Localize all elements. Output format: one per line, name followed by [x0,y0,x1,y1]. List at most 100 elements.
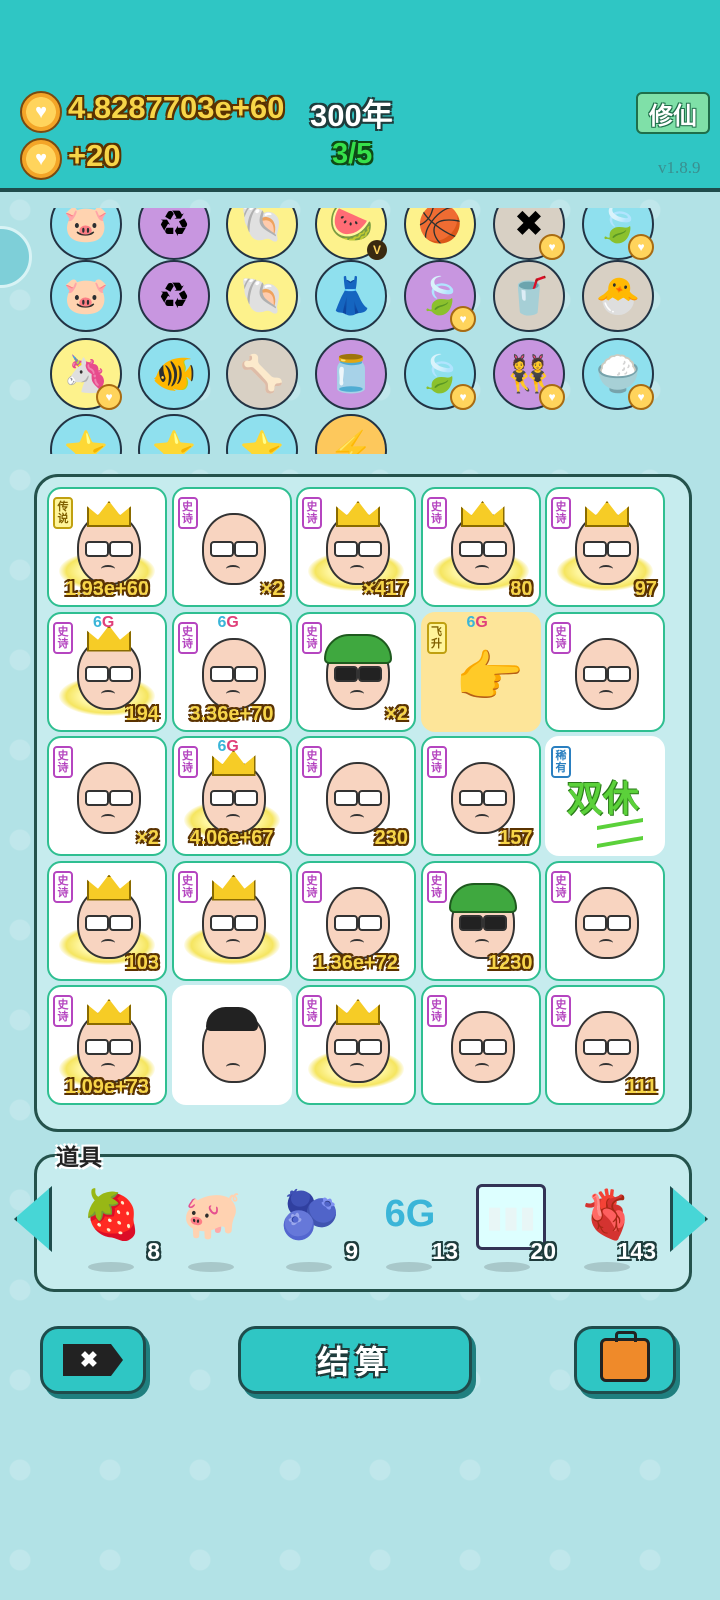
star-collection-item[interactable]: ⭐ [226,414,298,454]
gold-total: 4.8287703e+60 [68,90,285,125]
cell-value: ×2 [385,702,408,725]
recycle-collection-item[interactable]: ♻ [138,260,210,332]
star-collection-item[interactable]: ⭐ [138,414,210,454]
shell-collection-item[interactable]: 🐚 [226,260,298,332]
leaf-collection-item[interactable]: 🍃 ♥ [404,260,476,332]
item-slot[interactable]: 🫐 9 [268,1178,358,1272]
board-cell[interactable]: 史诗 [420,985,541,1105]
inventory-button[interactable] [574,1326,676,1394]
item-shadow [386,1262,432,1272]
board-cell[interactable]: 史诗 1230 [420,860,541,981]
board-cell[interactable]: 史诗 111 [545,985,665,1105]
skirt-collection-item[interactable]: 👗 [315,260,387,332]
glasses [85,665,109,682]
board-cell[interactable]: 史诗 103 [47,860,167,981]
cultivate-button[interactable]: 修仙 [636,92,710,134]
board-cell[interactable]: 👉 6G 飞升 [420,611,541,732]
bubble-tea-icon: 🥤 [506,275,552,316]
fruit-basket-collection-item[interactable]: 🍉 V [315,208,387,260]
piggy-bank-icon: 🐷 [63,275,109,316]
cell-value: 4.06e+67 [189,827,274,849]
6g-badge-icon: 6G [93,613,115,631]
board-cell[interactable]: 史诗 1.36e+72 [296,860,416,981]
cell-value: 230 [374,827,408,849]
remove-button[interactable]: ✖ [40,1326,146,1394]
crown-icon [87,501,131,527]
rice-bowl-collection-item[interactable]: 🍚 ♥ [582,338,654,410]
rarity-tag: 史诗 [551,497,571,529]
board-cell[interactable]: 史诗 [545,860,665,981]
board-cell[interactable]: 史诗 ×2 [171,487,292,607]
chick-egg-collection-item[interactable]: 🐣 [582,260,654,332]
items-title: 道具 [56,1144,102,1170]
cell-value: 157 [499,827,533,849]
board-cell[interactable]: 史诗 1.09e+73 [47,985,167,1105]
shell-collection-item[interactable]: 🐚 [226,208,298,260]
old-man-face-icon [450,1011,515,1083]
dog-food-collection-item[interactable]: 🦴 [226,338,298,410]
leaf-collection-item[interactable]: 🍃 ♥ [582,208,654,260]
glasses [233,665,258,682]
board-cell[interactable]: 双休 稀有 [545,736,665,856]
cell-value: ×2 [260,578,284,600]
heart-badge-icon: ♥ [450,306,476,332]
shell-icon: 🐚 [239,275,285,316]
item-slot[interactable]: ▮▮▮ 20 [466,1178,556,1272]
glasses [583,1039,607,1055]
board-cell[interactable]: 史诗 ×2 [47,736,167,856]
recycle-collection-item[interactable]: ♻ [138,208,210,260]
mouth [225,814,240,822]
gold-coin-icon: ♥ [20,91,62,133]
piggy-bank-collection-item[interactable]: 🐷 [50,208,122,260]
board-cell[interactable]: 史诗 [171,860,292,981]
rarity-tag: 史诗 [53,995,73,1027]
board-cell[interactable]: 史诗 ×2 [296,611,416,732]
board-cell[interactable]: 史诗 80 [420,487,541,607]
rarity-tag: 史诗 [551,870,571,903]
rarity-tag: 史诗 [302,995,322,1027]
board-cell[interactable]: 史诗 230 [296,736,416,856]
basketballs-collection-item[interactable]: 🏀 [404,208,476,260]
piggy-bank-collection-item[interactable]: 🐷 [50,260,122,332]
board-cell[interactable]: 6G 史诗 3.36e+70 [171,611,292,732]
board-cell[interactable]: 史诗 [545,611,665,732]
twins-collection-item[interactable]: 👯 ♥ [493,338,565,410]
heart-badge-icon: ♥ [96,384,122,410]
lightning-collection-item[interactable]: ⚡ [315,414,387,454]
star-collection-item[interactable]: ⭐ [50,414,122,454]
cell-value: 1.36e+72 [314,951,398,974]
star-icon: ⭐ [151,429,197,454]
glasses [109,541,133,557]
board-cell[interactable]: 史诗 ×417 [296,487,416,607]
close-tag-collection-item[interactable]: ✖ ♥ [493,208,565,260]
crown-icon [336,501,380,527]
settle-button[interactable]: 结算 [238,1326,472,1394]
item-slot[interactable]: 🍓 8 [70,1178,160,1272]
leaf-collection-item[interactable]: 🍃 ♥ [404,338,476,410]
board-cell[interactable]: 史诗 [296,985,416,1105]
board-cell[interactable]: 传说 1.93e+60 [47,487,167,607]
jar-collection-item[interactable]: 🫙 [315,338,387,410]
glasses [85,790,109,806]
board-cell[interactable]: 史诗 157 [420,736,541,856]
board-cell[interactable] [171,985,292,1105]
item-slot[interactable]: 🐖 [170,1178,260,1272]
item-slot[interactable]: 🫀 143 [566,1178,656,1272]
item-slot[interactable]: 6G 13 [368,1178,458,1272]
board-cell[interactable]: 6G 史诗 194 [47,611,167,732]
old-man-face-icon [575,1011,639,1083]
mouth [350,565,364,573]
strawberry-icon: 🍓 [82,1188,142,1242]
unicorn-collection-item[interactable]: 🦄 ♥ [50,338,122,410]
board-cell[interactable]: 6G 史诗 4.06e+67 [171,736,292,856]
glasses [607,1039,631,1055]
bubble-tea-collection-item[interactable]: 🥤 [493,260,565,332]
fish-tank-collection-item[interactable]: 🐠 [138,338,210,410]
mouth [350,814,364,822]
mouth [101,565,115,573]
green-hat-icon [448,882,517,913]
glasses [109,790,133,806]
glasses [334,541,358,557]
mouth [350,689,364,698]
board-cell[interactable]: 史诗 97 [545,487,665,607]
